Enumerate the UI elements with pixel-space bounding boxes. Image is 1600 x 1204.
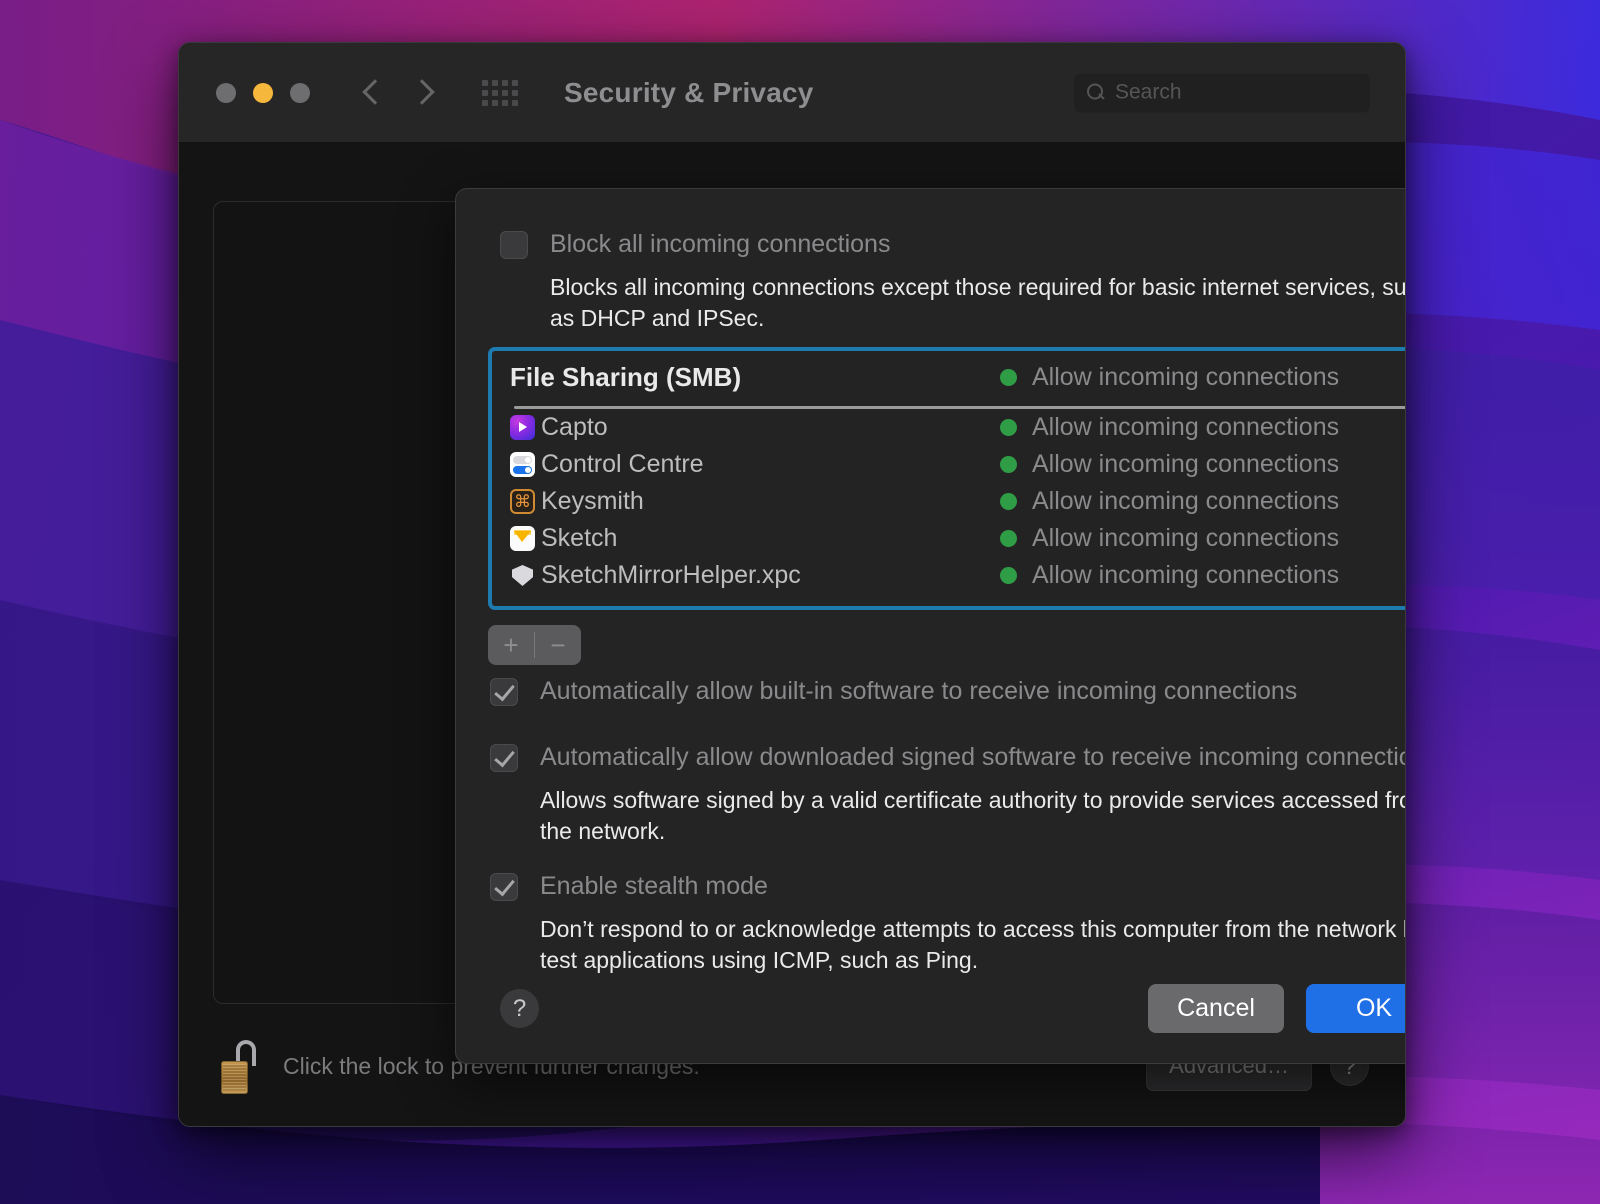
allow-builtin-checkbox[interactable]	[490, 678, 518, 706]
app-name: Keysmith	[541, 487, 644, 515]
app-name: Control Centre	[541, 450, 704, 478]
stealth-mode-row[interactable]: Enable stealth mode	[490, 871, 768, 901]
shield-icon	[510, 563, 535, 588]
keysmith-icon	[510, 489, 535, 514]
window-titlebar: Security & Privacy	[179, 43, 1405, 143]
allow-builtin-row[interactable]: Automatically allow built-in software to…	[490, 676, 1297, 706]
status-dot-icon	[1000, 368, 1017, 386]
stealth-mode-label: Enable stealth mode	[540, 872, 768, 900]
sheet-button-row: ? Cancel OK	[500, 984, 1405, 1033]
block-all-description: Blocks all incoming connections except t…	[550, 274, 1406, 331]
allow-signed-label: Automatically allow downloaded signed so…	[540, 743, 1406, 771]
allow-signed-checkbox[interactable]	[490, 744, 518, 772]
zoom-window-button[interactable]	[290, 82, 310, 103]
control-centre-icon	[510, 452, 535, 477]
stealth-mode-description: Don’t respond to or acknowledge attempts…	[540, 916, 1406, 973]
firewall-app-list[interactable]: File Sharing (SMB) Allow incoming connec…	[488, 347, 1405, 610]
status-dot-icon	[1000, 419, 1017, 436]
block-all-label: Block all incoming connections	[550, 230, 891, 258]
table-row[interactable]: SketchMirrorHelper.xpc Allow incoming co…	[492, 557, 1405, 594]
table-row[interactable]: Keysmith Allow incoming connections	[492, 483, 1405, 520]
status-dot-icon	[1000, 567, 1017, 584]
allow-signed-description: Allows software signed by a valid certif…	[540, 787, 1406, 844]
add-remove-control: + −	[488, 625, 581, 665]
block-all-connections-row[interactable]: Block all incoming connections	[500, 229, 890, 259]
list-header-row: File Sharing (SMB) Allow incoming connec…	[492, 351, 1405, 403]
padlock-body	[221, 1061, 248, 1094]
close-window-button[interactable]	[216, 82, 236, 103]
table-row[interactable]: Sketch Allow incoming connections	[492, 520, 1405, 557]
page-title: Security & Privacy	[564, 76, 814, 108]
allow-signed-row[interactable]: Automatically allow downloaded signed so…	[490, 742, 1406, 772]
sketch-icon	[510, 526, 535, 551]
back-chevron-icon[interactable]	[362, 76, 384, 110]
forward-chevron-icon[interactable]	[412, 76, 434, 110]
status-dot-icon	[1000, 530, 1017, 547]
capto-icon	[510, 415, 535, 440]
help-button[interactable]: ?	[500, 989, 539, 1028]
show-all-grid-icon[interactable]	[482, 79, 518, 106]
search-field[interactable]	[1074, 73, 1370, 112]
navigation-buttons	[362, 76, 434, 110]
app-status: Allow incoming connections	[1032, 450, 1340, 478]
add-app-button[interactable]: +	[488, 625, 534, 665]
app-name: Sketch	[541, 524, 618, 552]
app-status: Allow incoming connections	[1032, 561, 1340, 589]
ok-button[interactable]: OK	[1306, 984, 1405, 1033]
service-name: File Sharing (SMB)	[510, 361, 742, 392]
remove-app-button[interactable]: −	[535, 625, 581, 665]
status-dot-icon	[1000, 456, 1017, 473]
app-status: Allow incoming connections	[1032, 487, 1340, 515]
app-status: Allow incoming connections	[1032, 524, 1340, 552]
search-icon	[1086, 83, 1106, 103]
block-all-checkbox[interactable]	[500, 231, 528, 259]
app-status: Allow incoming connections	[1032, 413, 1340, 441]
cancel-button[interactable]: Cancel	[1148, 984, 1284, 1033]
service-status: Allow incoming connections	[1032, 362, 1340, 391]
firewall-options-sheet: Block all incoming connections Blocks al…	[455, 188, 1406, 1064]
traffic-lights	[216, 82, 310, 103]
table-row[interactable]: Capto Allow incoming connections	[492, 409, 1405, 446]
security-privacy-window: Security & Privacy Click the lock to pre…	[178, 42, 1406, 1127]
allow-builtin-label: Automatically allow built-in software to…	[540, 677, 1298, 705]
app-name: SketchMirrorHelper.xpc	[541, 561, 801, 589]
search-input[interactable]	[1115, 80, 1358, 105]
status-dot-icon	[1000, 493, 1017, 510]
stealth-mode-checkbox[interactable]	[490, 873, 518, 901]
table-row[interactable]: Control Centre Allow incoming connection…	[492, 446, 1405, 483]
app-name: Capto	[541, 413, 608, 441]
minimize-window-button[interactable]	[253, 82, 273, 103]
unlocked-padlock-icon[interactable]	[219, 1038, 263, 1094]
